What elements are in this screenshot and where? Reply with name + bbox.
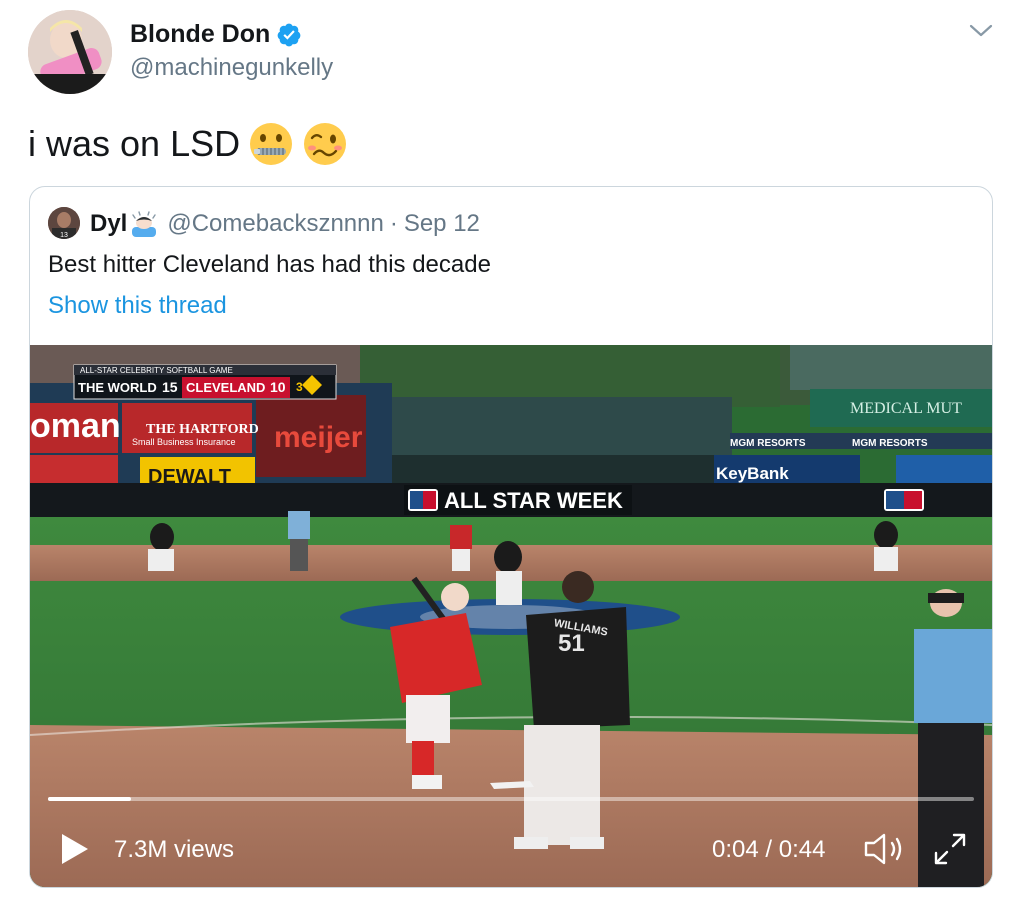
author-avatar[interactable] [28,10,112,94]
svg-text:oman: oman [30,407,121,445]
sign-meijer: meijer [274,421,363,454]
dot-separator: · [389,210,398,237]
sign-mgm-2: MGM RESORTS [852,438,928,449]
quoted-text: Best hitter Cleveland has had this decad… [48,251,491,278]
author-handle[interactable]: @machinegunkelly [130,54,333,82]
quoted-header: Dyl @Comebacksznnnn · Sep 12 [90,209,480,239]
scoreboard-team1: THE WORLD [78,380,157,395]
sign-medical: MEDICAL MUT [850,400,962,417]
author-name-text[interactable]: Blonde Don [130,20,270,49]
verified-badge-icon [277,23,301,46]
scoreboard-score2: 10 [270,379,286,395]
quoted-author-handle[interactable]: @Comebacksznnnn [167,210,383,238]
sign-keybank: KeyBank [716,464,789,483]
scoreboard-team2: CLEVELAND [186,380,265,395]
quoted-author-name[interactable]: Dyl [90,210,127,238]
scoreboard-title: ALL-STAR CELEBRITY SOFTBALL GAME [80,366,233,375]
sign-dewalt: DEWALT [148,466,231,488]
video-progress-bar[interactable] [48,797,974,801]
video-frame: ALL-STAR CELEBRITY SOFTBALL GAME THE WOR… [30,345,992,887]
tweet-card: Blonde Don @machinegunkelly i was on LSD [0,0,1024,917]
sign-hartford-sub: Small Business Insurance [132,437,236,447]
sign-hartford: THE HARTFORD [146,422,259,437]
show-thread-link[interactable]: Show this thread [48,292,227,320]
zipper-mouth-face-emoji [250,123,293,165]
sign-allstar-week: ALL STAR WEEK [444,488,623,513]
scoreboard-inning: 3 [296,380,303,394]
quoted-author-avatar[interactable]: 13 [48,207,80,239]
jersey-number: 51 [558,630,585,657]
quoted-date[interactable]: Sep 12 [404,210,480,238]
scoreboard-score1: 15 [162,379,178,395]
view-count: 7.3M views [114,836,235,863]
chevron-down-icon[interactable] [968,20,994,42]
person-bowing-emoji [132,211,157,237]
sign-mgm-1: MGM RESORTS [730,438,806,449]
woozy-face-emoji [304,123,347,165]
video-progress-fill [48,797,132,801]
fullscreen-icon[interactable] [932,831,968,867]
tweet-text: i was on LSD [28,121,348,167]
volume-muted-icon[interactable] [862,831,906,867]
video-player[interactable]: ALL-STAR CELEBRITY SOFTBALL GAME THE WOR… [30,345,992,887]
author-name[interactable]: Blonde Don [130,20,302,49]
quoted-tweet[interactable]: 13 Dyl @Comebacksznnnn · Sep 12 Best hit… [29,186,993,888]
play-icon[interactable] [58,831,92,867]
video-time: 0:04 / 0:44 [712,836,826,863]
svg-text:13: 13 [60,232,68,239]
tweet-body: i was on LSD [28,123,241,164]
